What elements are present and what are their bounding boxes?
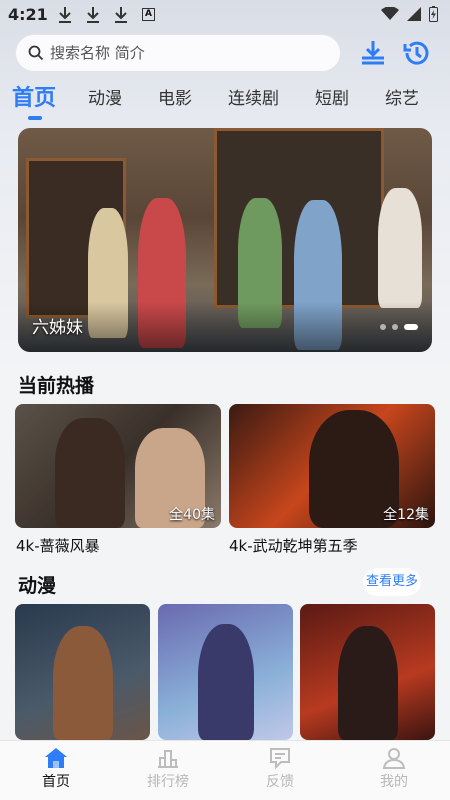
download-icon[interactable]: [358, 38, 388, 68]
signal-icon: [407, 7, 421, 21]
download-notification-icon: [59, 7, 71, 23]
bottom-navigation: 首页 排行榜 反馈 我的: [0, 740, 450, 800]
anime-card[interactable]: [158, 604, 293, 740]
feedback-icon: [270, 748, 290, 769]
nav-label: 反馈: [266, 774, 294, 790]
card-art: [198, 624, 254, 740]
tab-variety[interactable]: 综艺: [385, 84, 419, 109]
page-dot: [380, 324, 386, 330]
home-icon: [45, 748, 67, 768]
download-notification-icon: [115, 7, 127, 23]
anime-card[interactable]: [300, 604, 435, 740]
history-icon[interactable]: [402, 38, 432, 68]
status-time: 4:21: [8, 5, 48, 24]
nav-label: 排行榜: [147, 774, 189, 790]
search-bar[interactable]: [15, 34, 341, 72]
anime-card[interactable]: [15, 604, 150, 740]
episode-badge: 全40集: [169, 507, 215, 523]
nav-label: 首页: [42, 774, 70, 790]
card-art: [55, 418, 125, 528]
nav-home[interactable]: 首页: [16, 747, 96, 791]
download-notification-icon: [87, 7, 99, 23]
banner-figure-art: [378, 188, 422, 308]
card-art: [338, 626, 398, 740]
hot-section-title: 当前热播: [18, 375, 95, 397]
tab-short-drama[interactable]: 短剧: [315, 84, 349, 109]
tab-anime[interactable]: 动漫: [88, 84, 122, 109]
nav-feedback[interactable]: 反馈: [240, 747, 320, 791]
nav-ranking[interactable]: 排行榜: [128, 747, 208, 791]
card-art: [53, 626, 113, 740]
profile-icon: [382, 748, 406, 769]
hot-card-title[interactable]: 4k-蔷薇风暴: [16, 535, 100, 556]
search-input[interactable]: [50, 44, 310, 62]
banner-pagination: [380, 324, 418, 330]
page-dot-active: [404, 324, 418, 330]
battery-icon: [429, 6, 438, 22]
wifi-icon: [381, 7, 399, 20]
category-tabs: 首页 动漫 电影 连续剧 短剧 综艺: [0, 80, 450, 120]
tab-home[interactable]: 首页: [12, 80, 56, 112]
tab-series[interactable]: 连续剧: [228, 84, 279, 109]
status-bar: 4:21 A: [0, 0, 450, 30]
hot-card[interactable]: 全40集: [15, 404, 221, 528]
active-tab-indicator: [28, 116, 42, 120]
a-notification-icon: A: [142, 8, 155, 21]
search-icon: [28, 45, 44, 61]
featured-banner[interactable]: 六姊妹: [18, 128, 432, 352]
page-dot: [392, 324, 398, 330]
ranking-icon: [158, 750, 178, 768]
hot-card[interactable]: 全12集: [229, 404, 435, 528]
anime-section-title: 动漫: [18, 575, 57, 597]
banner-title: 六姊妹: [32, 318, 83, 338]
hot-card-title[interactable]: 4k-武动乾坤第五季: [229, 535, 358, 556]
tab-movie[interactable]: 电影: [158, 84, 192, 109]
episode-badge: 全12集: [383, 507, 429, 523]
see-more-button[interactable]: 查看更多: [363, 568, 421, 596]
nav-label: 我的: [380, 774, 408, 790]
nav-profile[interactable]: 我的: [354, 747, 434, 791]
